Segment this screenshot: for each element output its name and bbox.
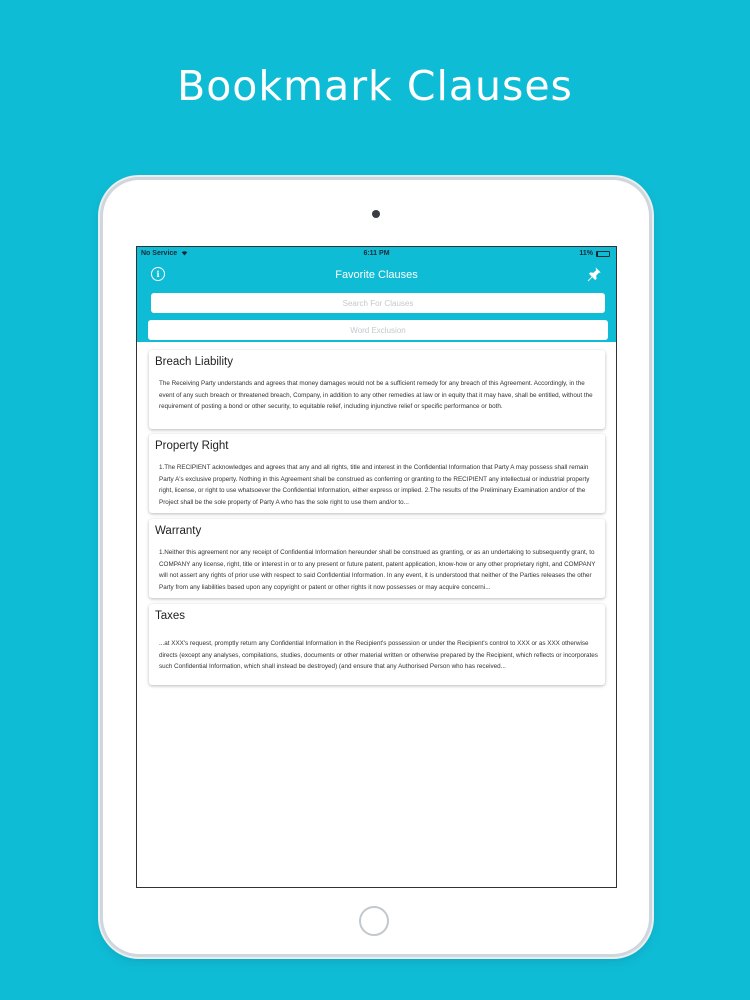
battery-percent: 11% [579,250,593,257]
word-exclusion-input[interactable] [148,320,608,340]
clause-card-property-right[interactable]: Property Right 1.The RECIPIENT acknowled… [149,434,605,513]
battery-fill [597,251,599,256]
app-screen: No Service 6:11 PM 11% i Favorite Clause… [136,246,617,888]
tablet-frame: No Service 6:11 PM 11% i Favorite Clause… [103,180,649,954]
clause-text: The Receiving Party understands and agre… [159,380,593,410]
app-header: No Service 6:11 PM 11% i Favorite Clause… [137,247,616,342]
clause-title: Breach Liability [155,356,233,368]
page-headline: Bookmark Clauses [177,62,573,110]
status-bar: No Service 6:11 PM 11% [137,247,616,261]
clause-card-taxes[interactable]: Taxes ...at XXX's request, promptly retu… [149,604,605,685]
nav-bar: i Favorite Clauses [137,263,616,287]
clause-text: 1.Neither this agreement nor any receipt… [159,549,596,591]
clause-title: Property Right [155,440,229,452]
clause-text: 1.The RECIPIENT acknowledges and agrees … [159,464,590,506]
clause-card-warranty[interactable]: Warranty 1.Neither this agreement nor an… [149,519,605,598]
battery-status: 11% [579,250,610,257]
camera-dot [372,210,380,218]
nav-title: Favorite Clauses [335,269,418,281]
search-input[interactable] [151,293,605,313]
clause-title: Warranty [155,525,202,537]
battery-icon [596,250,610,257]
home-button[interactable] [359,906,389,936]
pin-icon[interactable] [586,265,602,283]
clause-title: Taxes [155,610,186,622]
clause-card-breach-liability[interactable]: Breach Liability The Receiving Party und… [149,350,605,429]
clause-text: ...at XXX's request, promptly return any… [159,640,598,670]
status-time: 6:11 PM [363,250,390,257]
